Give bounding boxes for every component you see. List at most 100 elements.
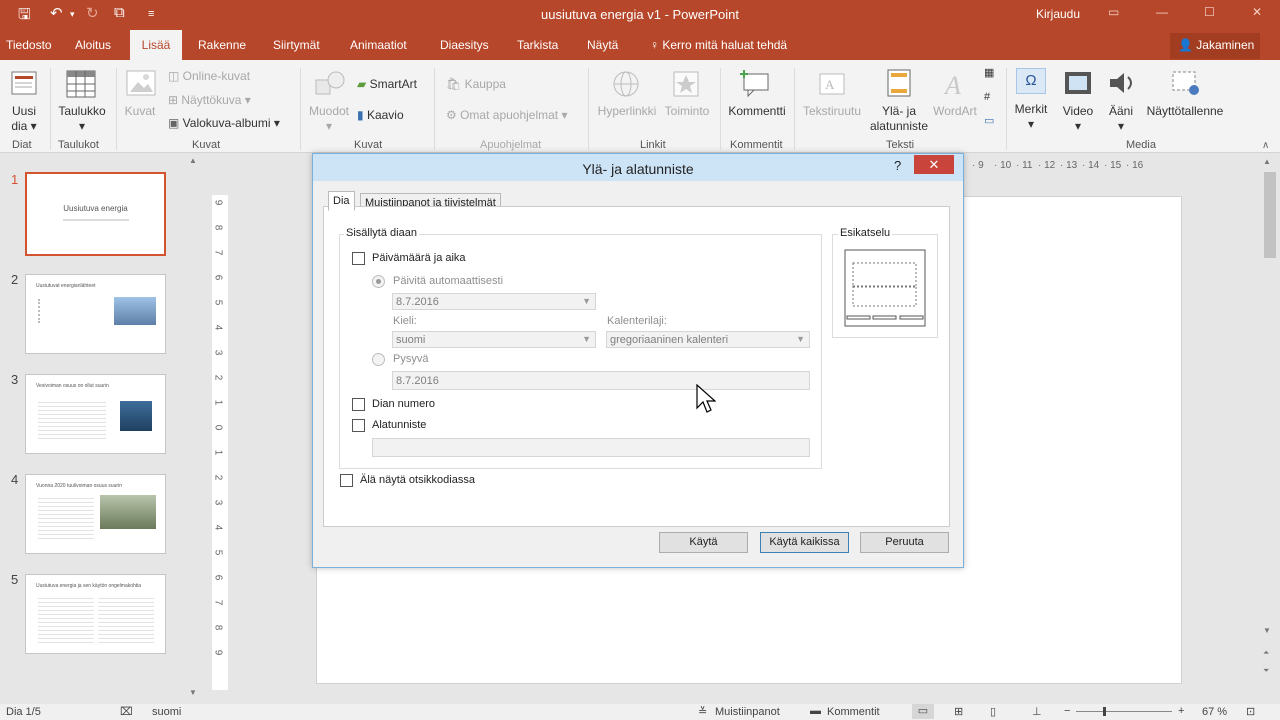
slide-thumbnail[interactable]: Vuonna 2020 tuulivoiman osuus suurin bbox=[25, 474, 166, 554]
tab-home[interactable]: Aloitus bbox=[75, 38, 111, 52]
object-small-icon[interactable]: ▭ bbox=[984, 114, 994, 129]
slide-thumbnail[interactable]: Uusiutuvat energianlähteet bbox=[25, 274, 166, 354]
tab-view[interactable]: Näytä bbox=[587, 38, 618, 52]
ruler-tick-label: · 10 bbox=[994, 160, 1012, 171]
dialog-title-bar[interactable]: Ylä- ja alatunniste ? ✕ bbox=[313, 154, 963, 181]
store-button[interactable]: 🛍 Kauppa bbox=[446, 77, 506, 92]
cancel-button[interactable]: Peruuta bbox=[860, 532, 949, 553]
footer-label[interactable]: Alatunniste bbox=[372, 419, 426, 431]
separator bbox=[434, 68, 435, 150]
tab-animations[interactable]: Animaatiot bbox=[350, 38, 407, 52]
zoom-slider-thumb[interactable] bbox=[1103, 707, 1106, 716]
scroll-down-icon[interactable]: ▼ bbox=[189, 688, 197, 697]
minimize-icon[interactable]: — bbox=[1156, 5, 1168, 19]
zoom-out-icon[interactable]: − bbox=[1064, 705, 1070, 717]
textbox-icon: A bbox=[819, 73, 845, 95]
slide-thumbnail[interactable]: Uusiutuva energia bbox=[25, 172, 166, 256]
action-icon bbox=[673, 71, 699, 97]
screen-recording-button[interactable]: Näyttötallenne bbox=[1142, 104, 1228, 119]
help-button[interactable]: ? bbox=[894, 158, 901, 173]
symbols-button[interactable]: Merkit ▾ bbox=[1008, 102, 1054, 132]
hyperlink-button[interactable]: Hyperlinkki bbox=[596, 104, 658, 119]
date-time-label[interactable]: Päivämäärä ja aika bbox=[372, 252, 466, 264]
prev-slide-icon[interactable]: ⏶ bbox=[1263, 648, 1269, 658]
wordart-button[interactable]: WordArt bbox=[928, 104, 982, 119]
tell-me-box[interactable]: ♀ Kerro mitä haluat tehdä bbox=[650, 38, 787, 52]
new-slide-button[interactable]: Uusi dia ▾ bbox=[4, 104, 44, 134]
dont-show-on-title-checkbox[interactable] bbox=[340, 474, 353, 487]
editor-scrollbar[interactable]: ▲ ▼ ⏶ ⏷ bbox=[1260, 154, 1280, 704]
notes-button[interactable]: Muistiinpanot bbox=[715, 706, 780, 718]
photo-album-button[interactable]: ▣ Valokuva-albumi ▾ bbox=[168, 116, 280, 131]
tab-insert[interactable]: Lisää bbox=[130, 30, 182, 62]
slide-number-small-icon[interactable]: # bbox=[984, 90, 990, 105]
date-time-checkbox[interactable] bbox=[352, 252, 365, 265]
group-text: Teksti bbox=[886, 139, 915, 151]
date-time-small-icon[interactable]: ▦ bbox=[984, 66, 994, 81]
scroll-up-icon[interactable]: ▲ bbox=[1263, 157, 1271, 166]
close-dialog-button[interactable]: ✕ bbox=[914, 155, 954, 174]
header-footer-icon bbox=[887, 69, 911, 97]
fit-to-window-icon[interactable]: ⊡ bbox=[1246, 705, 1255, 718]
zoom-in-icon[interactable]: + bbox=[1178, 705, 1184, 717]
tab-slideshow[interactable]: Diaesitys bbox=[440, 38, 489, 52]
audio-button[interactable]: Ääni ▾ bbox=[1100, 104, 1142, 134]
language-select: suomi ▼ bbox=[392, 331, 596, 348]
ruler-tick-label: 4 bbox=[212, 324, 224, 331]
shapes-button[interactable]: Muodot ▾ bbox=[304, 104, 354, 134]
ruler-tick-label: 1 bbox=[212, 399, 224, 406]
header-footer-button[interactable]: Ylä- ja alatunniste bbox=[864, 104, 934, 134]
video-button[interactable]: Video ▾ bbox=[1058, 104, 1098, 134]
scroll-thumb[interactable] bbox=[1264, 172, 1276, 258]
tab-design[interactable]: Rakenne bbox=[198, 38, 246, 52]
chevron-down-icon: ▼ bbox=[582, 296, 591, 306]
share-button[interactable]: 👤 Jakaminen bbox=[1170, 33, 1260, 59]
slide-number-label[interactable]: Dian numero bbox=[372, 398, 435, 410]
maximize-icon[interactable]: ☐ bbox=[1204, 5, 1215, 19]
slide-number-checkbox[interactable] bbox=[352, 398, 365, 411]
my-addins-button[interactable]: ⚙ Omat apuohjelmat ▾ bbox=[446, 108, 568, 123]
slide-sorter-icon[interactable]: ⊞ bbox=[954, 705, 963, 718]
comments-button[interactable]: Kommentit bbox=[827, 706, 880, 718]
ribbon-options-icon[interactable]: ▭ bbox=[1108, 5, 1119, 19]
textbox-button[interactable]: Tekstiruutu bbox=[798, 104, 866, 119]
zoom-slider[interactable] bbox=[1076, 711, 1172, 712]
footer-checkbox[interactable] bbox=[352, 419, 365, 432]
comment-button[interactable]: Kommentti bbox=[724, 104, 790, 119]
slide-thumbnail[interactable]: Uusiutuva energia ja sen käytön ongelmak… bbox=[25, 574, 166, 654]
online-pictures-button[interactable]: ◫ Online-kuvat bbox=[168, 69, 250, 84]
table-button[interactable]: Taulukko ▾ bbox=[54, 104, 110, 134]
normal-view-icon[interactable]: ▭ bbox=[912, 704, 934, 719]
smartart-button[interactable]: ▰ SmartArt bbox=[357, 77, 417, 92]
group-illustrations: Kuvat bbox=[354, 139, 383, 151]
apply-all-button[interactable]: Käytä kaikissa bbox=[760, 532, 849, 553]
ruler-tick-label: 7 bbox=[212, 249, 224, 256]
spellcheck-icon[interactable]: ⌧ bbox=[120, 705, 133, 718]
thumbnail-scrollbar[interactable]: ▲ ▼ bbox=[186, 154, 200, 704]
ruler-tick-label: · 16 bbox=[1126, 160, 1144, 171]
chart-button[interactable]: ▮ Kaavio bbox=[357, 108, 404, 123]
slide-thumbnail[interactable]: Vesivoiman osuus on ollut suurin bbox=[25, 374, 166, 454]
sign-in-link[interactable]: Kirjaudu bbox=[1036, 7, 1080, 21]
screenshot-button[interactable]: ⊞ Näyttökuva ▾ bbox=[168, 93, 251, 108]
apply-button[interactable]: Käytä bbox=[659, 532, 748, 553]
close-window-icon[interactable]: ✕ bbox=[1252, 5, 1262, 19]
dont-show-on-title-label[interactable]: Älä näytä otsikkodiassa bbox=[360, 474, 475, 486]
tab-review[interactable]: Tarkista bbox=[517, 38, 558, 52]
slideshow-view-icon[interactable]: ⊥ bbox=[1032, 705, 1042, 718]
tab-slide[interactable]: Dia bbox=[328, 191, 355, 211]
status-bar: Dia 1/5 ⌧ suomi ≚ Muistiinpanot ▬ Kommen… bbox=[0, 704, 1280, 720]
next-slide-icon[interactable]: ⏷ bbox=[1263, 666, 1269, 676]
action-button[interactable]: Toiminto bbox=[660, 104, 714, 119]
pictures-button[interactable]: Kuvat bbox=[120, 104, 160, 119]
language-indicator[interactable]: suomi bbox=[152, 706, 181, 718]
scroll-up-icon[interactable]: ▲ bbox=[189, 156, 197, 165]
tab-transitions[interactable]: Siirtymät bbox=[273, 38, 320, 52]
zoom-level[interactable]: 67 % bbox=[1202, 706, 1227, 718]
scroll-down-icon[interactable]: ▼ bbox=[1263, 626, 1271, 635]
collapse-ribbon-icon[interactable]: ∧ bbox=[1262, 138, 1269, 153]
reading-view-icon[interactable]: ▯ bbox=[990, 705, 996, 718]
tab-file[interactable]: Tiedosto bbox=[6, 38, 52, 52]
group-links: Linkit bbox=[640, 139, 666, 151]
ruler-tick-label: 3 bbox=[212, 499, 224, 506]
